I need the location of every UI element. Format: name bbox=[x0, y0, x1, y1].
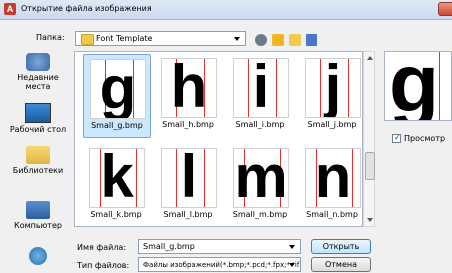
back-icon[interactable] bbox=[255, 34, 267, 46]
title-bar: A Открытие файла изображения bbox=[0, 0, 452, 20]
file-thumbnail: j bbox=[305, 58, 361, 118]
file-glyph: l bbox=[180, 148, 198, 208]
scroll-thumb[interactable] bbox=[365, 152, 375, 180]
preview-glyph: g bbox=[389, 51, 440, 121]
chevron-down-icon bbox=[234, 37, 240, 41]
file-tile[interactable]: h Small_h.bmp bbox=[155, 54, 221, 136]
scroll-down-icon[interactable] bbox=[367, 218, 373, 222]
file-name: Small_l.bmp bbox=[163, 210, 213, 219]
filetype-dropdown[interactable]: Файлы изображений(*.bmp;*.pcd;*.fpx;*.ti… bbox=[138, 257, 301, 272]
file-name: Small_j.bmp bbox=[307, 120, 357, 129]
preview-guide-line bbox=[439, 52, 440, 120]
file-thumbnail: i bbox=[233, 58, 289, 118]
file-name: Small_i.bmp bbox=[235, 120, 285, 129]
file-glyph: i bbox=[252, 58, 270, 118]
file-name: Small_m.bmp bbox=[232, 210, 288, 219]
network-icon bbox=[29, 247, 47, 265]
place-recent[interactable]: Недавние места bbox=[4, 53, 72, 91]
recent-places-icon bbox=[26, 53, 50, 71]
place-computer-label: Компьютер bbox=[14, 221, 62, 230]
place-network[interactable] bbox=[4, 247, 72, 267]
file-glyph: m bbox=[234, 148, 288, 208]
file-glyph: k bbox=[100, 148, 134, 208]
file-glyph: h bbox=[170, 58, 208, 118]
file-glyph: g bbox=[99, 59, 137, 119]
computer-icon bbox=[26, 201, 50, 219]
chevron-down-icon bbox=[289, 263, 295, 267]
cancel-button[interactable]: Отмена bbox=[311, 257, 371, 272]
open-button[interactable]: Открыть bbox=[311, 239, 371, 254]
file-thumbnail: l bbox=[161, 148, 217, 208]
up-folder-icon[interactable] bbox=[272, 34, 284, 46]
place-computer[interactable]: Компьютер bbox=[4, 201, 72, 230]
folder-dropdown[interactable]: Font Template bbox=[75, 31, 246, 46]
desktop-icon bbox=[25, 103, 51, 123]
filename-label: Имя файла: bbox=[77, 243, 127, 252]
file-name: Small_k.bmp bbox=[90, 210, 142, 219]
file-tile[interactable]: j Small_j.bmp bbox=[299, 54, 362, 136]
file-tile[interactable]: m Small_m.bmp bbox=[227, 144, 293, 226]
file-tile[interactable]: i Small_i.bmp bbox=[227, 54, 293, 136]
place-libraries[interactable]: Библиотеки bbox=[4, 146, 72, 175]
file-list[interactable]: g Small_g.bmp h Small_h.bmp i Small_i.bmp j Sma… bbox=[74, 51, 363, 227]
place-libraries-label: Библиотеки bbox=[12, 166, 64, 175]
folder-value: Font Template bbox=[96, 34, 153, 43]
close-button[interactable] bbox=[438, 2, 452, 16]
file-tile[interactable]: g Small_g.bmp bbox=[83, 54, 151, 138]
preview-checkbox[interactable]: ✓ bbox=[392, 133, 401, 143]
view-menu-icon[interactable] bbox=[306, 34, 324, 46]
check-icon: ✓ bbox=[394, 133, 401, 142]
folder-label: Папка: bbox=[36, 33, 65, 42]
preview-checkbox-label: Просмотр bbox=[404, 134, 446, 143]
file-thumbnail: g bbox=[90, 59, 146, 119]
file-name: Small_h.bmp bbox=[162, 120, 214, 129]
file-thumbnail: m bbox=[233, 148, 289, 208]
new-folder-icon[interactable] bbox=[289, 34, 301, 46]
dialog-title: Открытие файла изображения bbox=[21, 4, 152, 13]
app-icon: A bbox=[4, 3, 16, 15]
filename-input[interactable]: Small_g.bmp bbox=[138, 239, 301, 254]
filetype-value: Файлы изображений(*.bmp;*.pcd;*.fpx;*.ti… bbox=[143, 261, 301, 269]
libraries-icon bbox=[26, 146, 50, 164]
filetype-label: Тип файлов: bbox=[77, 261, 130, 270]
file-thumbnail: n bbox=[305, 148, 361, 208]
vertical-scrollbar[interactable] bbox=[363, 51, 375, 227]
file-tile[interactable]: l Small_l.bmp bbox=[155, 144, 221, 226]
file-name: Small_n.bmp bbox=[306, 210, 358, 219]
place-desktop[interactable]: Рабочий стол bbox=[4, 103, 72, 134]
scroll-up-icon[interactable] bbox=[367, 56, 373, 60]
chevron-down-icon bbox=[289, 245, 295, 249]
folder-icon bbox=[81, 34, 94, 45]
file-tile[interactable]: k Small_k.bmp bbox=[83, 144, 149, 226]
filename-value: Small_g.bmp bbox=[143, 242, 195, 251]
places-bar: Недавние места Рабочий стол Библиотеки К… bbox=[4, 51, 72, 273]
file-tile[interactable]: n Small_n.bmp bbox=[299, 144, 362, 226]
file-glyph: j bbox=[324, 58, 342, 118]
file-name: Small_g.bmp bbox=[91, 121, 143, 130]
place-desktop-label: Рабочий стол bbox=[9, 125, 67, 134]
file-thumbnail: h bbox=[161, 58, 217, 118]
file-glyph: n bbox=[314, 148, 352, 208]
preview-pane: g bbox=[384, 51, 452, 121]
file-thumbnail: k bbox=[89, 148, 145, 208]
place-recent-label: Недавние места bbox=[17, 73, 59, 91]
